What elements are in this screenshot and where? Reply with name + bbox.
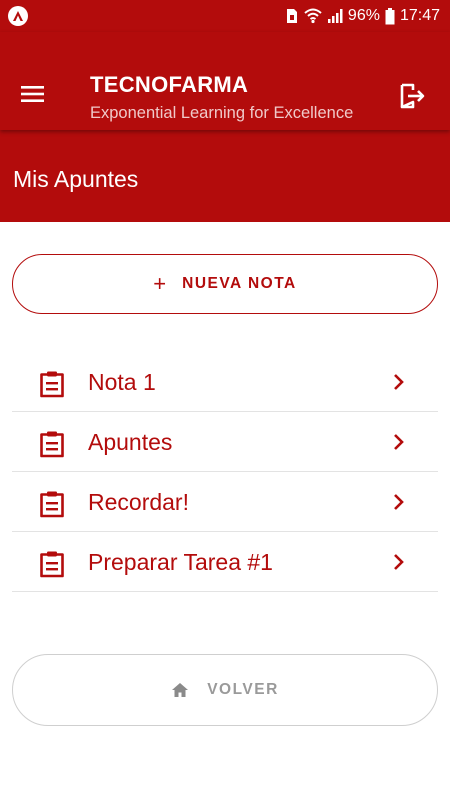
app-subtitle: Exponential Learning for Excellence [90, 104, 354, 122]
chevron-right-icon [394, 554, 404, 570]
note-label: Apuntes [88, 429, 173, 455]
logout-icon [400, 83, 425, 109]
new-note-label: NUEVA NOTA [182, 275, 297, 292]
new-note-button[interactable]: + NUEVA NOTA [12, 254, 438, 314]
clipboard-icon [40, 371, 64, 398]
list-item[interactable]: Apuntes [12, 412, 438, 472]
app-logo-icon [8, 6, 28, 26]
list-item[interactable]: Nota 1 [12, 352, 438, 412]
logout-button[interactable] [398, 82, 428, 112]
chevron-right-icon [394, 434, 404, 450]
home-icon [172, 683, 189, 697]
page-header: Mis Apuntes [0, 130, 450, 222]
menu-button[interactable] [20, 84, 50, 108]
plus-icon: + [153, 271, 167, 296]
status-bar: 96% 17:47 [0, 0, 450, 32]
back-button[interactable]: VOLVER [12, 654, 438, 726]
note-label: Recordar! [88, 489, 189, 515]
clipboard-icon [40, 431, 64, 458]
list-item[interactable]: Recordar! [12, 472, 438, 532]
note-label: Nota 1 [88, 369, 156, 395]
battery-icon [385, 7, 395, 25]
wifi-icon [304, 8, 322, 24]
signal-icon [327, 8, 343, 24]
notes-list: Nota 1 Apuntes Recordar! Preparar Tarea … [12, 352, 438, 592]
list-item[interactable]: Preparar Tarea #1 [12, 532, 438, 592]
chevron-right-icon [394, 494, 404, 510]
page-title: Mis Apuntes [13, 166, 139, 192]
chevron-right-icon [394, 374, 404, 390]
clipboard-icon [40, 491, 64, 518]
status-time: 17:47 [399, 7, 440, 24]
battery-percentage: 96% [347, 7, 380, 24]
clipboard-icon [40, 551, 64, 578]
app-bar: TECNOFARMA Exponential Learning for Exce… [0, 32, 450, 130]
app-title: TECNOFARMA [90, 72, 249, 97]
sim-icon [285, 8, 299, 24]
hamburger-menu-icon [21, 86, 44, 102]
back-label: VOLVER [207, 681, 279, 698]
note-label: Preparar Tarea #1 [88, 549, 273, 575]
